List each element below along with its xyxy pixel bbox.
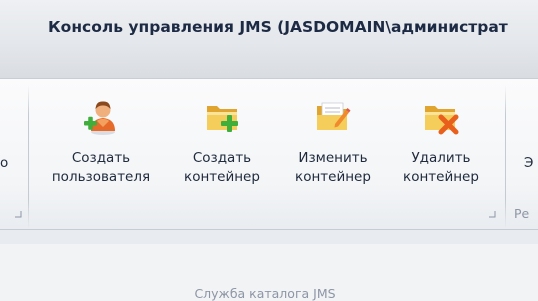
clipped-right-label[interactable]: Э [524,155,533,171]
window-title: Консоль управления JMS (JASDOMAIN\админи… [48,18,508,36]
group-separator [505,85,506,229]
create-user-label-line1: Создать [71,150,131,166]
bottom-strip [0,230,538,244]
group-separator [28,85,29,229]
title-bar: Консоль управления JMS (JASDOMAIN\админи… [0,0,538,79]
edit-container-button[interactable]: Изменить контейнер [282,85,384,197]
group-launcher-icon[interactable] [14,210,22,218]
create-container-label-line2: контейнер [184,169,260,185]
clipped-right-group-label: Ре [514,206,530,221]
edit-container-label-line2: контейнер [295,169,371,185]
delete-container-label-line2: контейнер [403,169,479,185]
clipped-left-label: о [0,155,9,171]
group-label-directory-service: Служба каталога JMS [194,286,336,301]
edit-container-icon [317,102,351,130]
delete-container-icon [425,106,459,135]
create-container-button[interactable]: Создать контейнер [172,85,272,197]
group-launcher-icon[interactable] [488,210,496,218]
create-user-label-line2: пользователя [51,169,151,185]
add-container-icon [207,106,238,132]
create-user-button[interactable]: Создать пользователя [42,85,160,197]
delete-container-label-line1: Удалить [411,150,471,166]
add-user-icon [84,101,115,135]
ribbon: о Создать пользователя Создать контейнер… [0,79,538,301]
create-container-label-line1: Создать [192,150,252,166]
delete-container-button[interactable]: Удалить контейнер [392,85,490,197]
edit-container-label-line1: Изменить [298,150,368,166]
